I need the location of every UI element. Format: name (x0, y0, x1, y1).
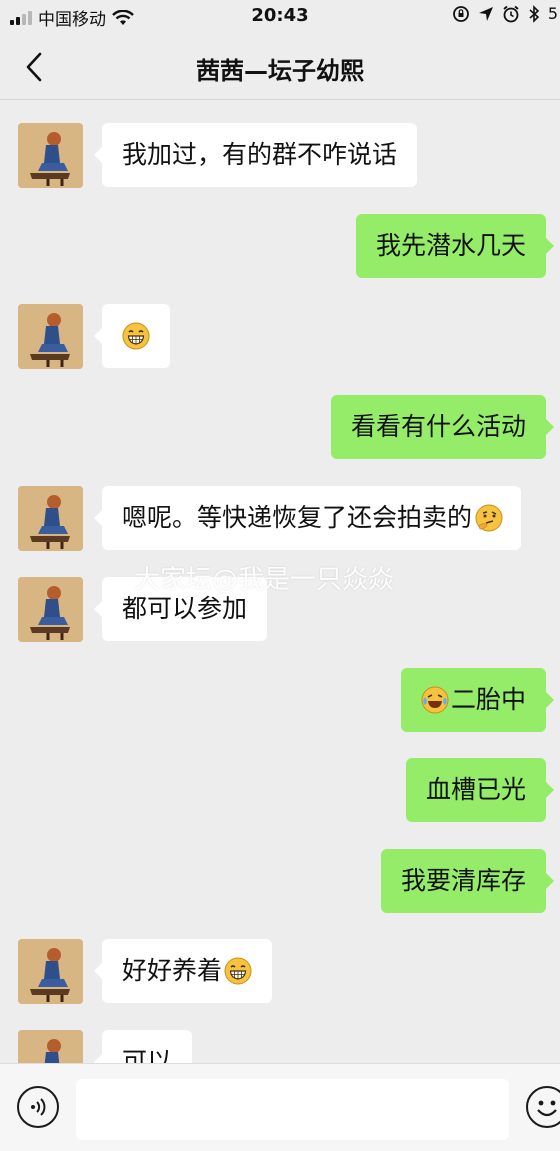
outgoing-message-bubble[interactable]: 我要清库存 (380, 849, 555, 913)
bluetooth-icon (529, 4, 539, 23)
contact-avatar[interactable] (18, 486, 83, 551)
message-text: 血槽已光 (425, 775, 526, 804)
chat-area[interactable]: 我加过，有的群不咋说话 我先潜水几天 看看有什么活动 嗯呢。等快递恢复了还会拍卖… (0, 101, 560, 1063)
smiley-icon (537, 1100, 557, 1117)
voice-icon (31, 1098, 46, 1116)
laugh-cry-emoji-icon (421, 686, 449, 714)
watermark: 大家坛@我是一只焱焱 (134, 565, 395, 595)
outgoing-message-bubble[interactable]: 看看有什么活动 (330, 395, 555, 459)
incoming-message-bubble[interactable]: 可以 (93, 1030, 193, 1063)
incoming-message-bubble[interactable]: 嗯呢。等快递恢复了还会拍卖的 (93, 486, 522, 550)
contact-avatar[interactable] (18, 1030, 83, 1063)
input-bar (0, 1063, 560, 1151)
thinking-emoji-icon (475, 504, 503, 532)
message-text: 二胎中 (450, 685, 526, 714)
alarm-icon (503, 5, 519, 22)
contact-avatar[interactable] (18, 304, 83, 369)
contact-avatar[interactable] (18, 123, 83, 188)
outgoing-message-bubble[interactable]: 血槽已光 (405, 758, 555, 822)
contact-avatar[interactable] (18, 939, 83, 1004)
message-text: 可以 (122, 1047, 173, 1063)
incoming-message-bubble[interactable]: 我加过，有的群不咋说话 (93, 123, 418, 187)
message-text: 我先潜水几天 (375, 231, 526, 260)
status-right: 5 (452, 4, 558, 23)
contact-avatar[interactable] (18, 577, 83, 642)
outgoing-message-bubble[interactable]: 二胎中 (400, 668, 555, 732)
chat-title: 茜茜—坛子幼熙 (196, 57, 364, 85)
nav-bar: 茜茜—坛子幼熙 (0, 34, 560, 100)
incoming-message-bubble[interactable]: 好好养着 (93, 939, 273, 1003)
incoming-message-bubble[interactable] (94, 304, 170, 368)
message-text: 我要清库存 (400, 866, 526, 895)
message-text: 嗯呢。等快递恢复了还会拍卖的 (122, 503, 473, 532)
grin-emoji-icon (224, 957, 252, 985)
grin-emoji-icon (122, 322, 150, 350)
outgoing-message-bubble[interactable]: 我先潜水几天 (355, 214, 555, 278)
message-text: 我加过，有的群不咋说话 (122, 140, 398, 169)
message-text: 好好养着 (122, 956, 223, 985)
battery-label: 5 (547, 4, 558, 23)
message-text: 看看有什么活动 (350, 412, 526, 441)
message-input[interactable] (76, 1079, 509, 1140)
location-icon (478, 6, 493, 21)
voice-button[interactable] (17, 1086, 59, 1128)
rotation-lock-icon (452, 5, 469, 22)
emoji-button[interactable] (526, 1086, 560, 1128)
status-bar: 中国移动 20:43 5 (0, 0, 560, 34)
